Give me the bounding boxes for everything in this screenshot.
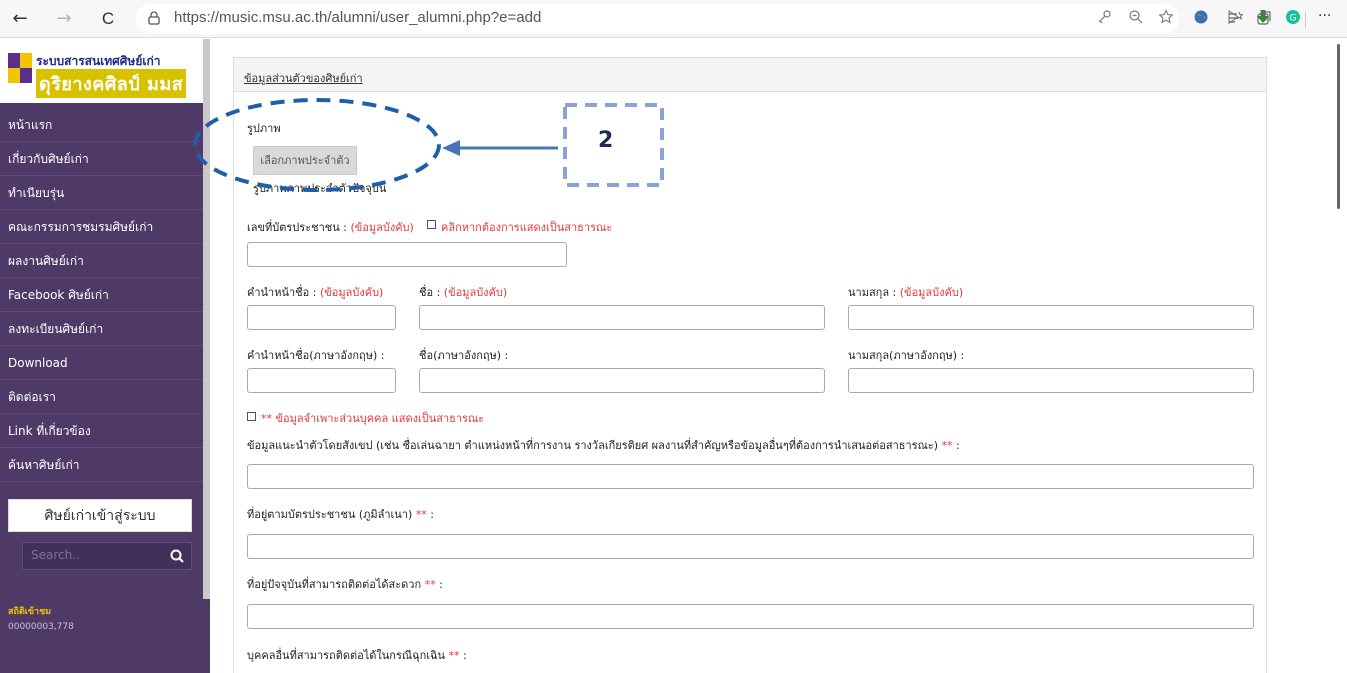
- forward-button[interactable]: →: [52, 7, 76, 31]
- brand-logo-area[interactable]: ระบบสารสนเทศศิษย์เก่า ดุริยางคศิลป์ มมส: [0, 39, 203, 103]
- lastname-en-input[interactable]: [848, 368, 1254, 393]
- address-id-input[interactable]: [247, 534, 1254, 559]
- sidebar-item-search-alumni[interactable]: ค้นหาศิษย์เก่า: [0, 448, 203, 482]
- public-id-checkbox[interactable]: [427, 220, 436, 229]
- sidebar-item-class-directory[interactable]: ทำเนียบรุ่น: [0, 176, 203, 210]
- firstname-input[interactable]: [419, 305, 825, 330]
- alumni-login-button[interactable]: ศิษย์เก่าเข้าสู่ระบบ: [8, 499, 192, 532]
- browser-toolbar: ← → C https://music.msu.ac.th/alumni/use…: [0, 0, 1347, 38]
- private-info-public-checkbox[interactable]: [247, 412, 256, 421]
- sidebar-item-committee[interactable]: คณะกรรมการชมรมศิษย์เก่า: [0, 210, 203, 244]
- sidebar-item-register[interactable]: ลงทะเบียนศิษย์เก่า: [0, 312, 203, 346]
- intro-input[interactable]: [247, 464, 1254, 489]
- address-bar[interactable]: https://music.msu.ac.th/alumni/user_alum…: [136, 4, 1179, 34]
- photo-label: รูปภาพ: [247, 122, 281, 135]
- key-icon[interactable]: [1096, 9, 1112, 25]
- grammarly-icon[interactable]: G: [1285, 9, 1301, 25]
- lock-icon: [148, 11, 160, 25]
- lastname-input[interactable]: [848, 305, 1254, 330]
- prefix-en-input[interactable]: [247, 368, 396, 393]
- annotation-number: 2: [598, 128, 614, 153]
- sidebar-item-works[interactable]: ผลงานศิษย์เก่า: [0, 244, 203, 278]
- firstname-en-input[interactable]: [419, 368, 825, 393]
- collections-icon[interactable]: [1256, 10, 1272, 26]
- prefix-en-label: คำนำหน้าชื่อ(ภาษาอังกฤษ) :: [247, 349, 385, 362]
- current-address-label: ที่อยู่ปัจจุบันที่สามารถติดต่อได้สะดวก *…: [247, 578, 443, 591]
- panel-header: ข้อมูลส่วนตัวของศิษย์เก่า: [234, 58, 1266, 92]
- sidebar-item-download[interactable]: Download: [0, 346, 203, 380]
- brand-title-line2: ดุริยางคศิลป์ มมส: [36, 69, 187, 98]
- current-address-input[interactable]: [247, 604, 1254, 629]
- private-info-checkbox-label: ** ข้อมูลจำเพาะส่วนบุคคล แสดงเป็นสาธารณะ: [261, 412, 485, 425]
- emergency-contact-label: บุคคลอื่นที่สามารถติดต่อได้ในกรณีฉุกเฉิน…: [247, 649, 467, 662]
- prefix-input[interactable]: [247, 305, 396, 330]
- sidebar-search-input[interactable]: [31, 548, 151, 562]
- back-button[interactable]: ←: [8, 7, 32, 31]
- brand-logo-icon: [8, 53, 32, 83]
- search-icon[interactable]: [169, 546, 185, 566]
- sidebar-scrollbar[interactable]: [203, 39, 210, 599]
- panel-title: ข้อมูลส่วนตัวของศิษย์เก่า: [244, 72, 363, 85]
- url-text: https://music.msu.ac.th/alumni/user_alum…: [174, 9, 542, 26]
- sidebar-item-contact[interactable]: ติดต่อเรา: [0, 380, 203, 414]
- favorites-list-icon[interactable]: [1227, 10, 1243, 26]
- sidebar-item-home[interactable]: หน้าแรก: [0, 108, 203, 142]
- current-photo-label: รูปภาพภาพประจำตัวปัจจุบัน: [253, 182, 387, 195]
- firstname-en-label: ชื่อ(ภาษาอังกฤษ) :: [419, 349, 509, 362]
- visitor-stat-value: 00000003,778: [8, 622, 74, 632]
- favorite-star-icon[interactable]: [1158, 9, 1174, 25]
- sidebar: ระบบสารสนเทศศิษย์เก่า ดุริยางคศิลป์ มมส …: [0, 39, 210, 673]
- visitor-stat-label: สถิติเข้าชม: [8, 607, 52, 617]
- sidebar-item-about[interactable]: เกี่ยวกับศิษย์เก่า: [0, 142, 203, 176]
- lastname-en-label: นามสกุล(ภาษาอังกฤษ) :: [848, 349, 965, 362]
- toolbar-divider: [1305, 12, 1306, 28]
- address-id-label: ที่อยู่ตามบัตรประชาชน (ภูมิลำเนา) ** :: [247, 508, 434, 521]
- choose-photo-button[interactable]: เลือกภาพประจำตัว: [253, 146, 357, 175]
- prefix-label: คำนำหน้าชื่อ : (ข้อมูลบังคับ): [247, 286, 384, 299]
- more-menu-icon[interactable]: ···: [1318, 8, 1331, 24]
- intro-label: ข้อมูลแนะนำตัวโดยสังเขป (เช่น ชื่อเล่นฉา…: [247, 439, 960, 452]
- national-id-label: เลขที่บัตรประชาชน : (ข้อมูลบังคับ): [247, 221, 414, 234]
- firstname-label: ชื่อ : (ข้อมูลบังคับ): [419, 286, 508, 299]
- national-id-input[interactable]: [247, 242, 567, 267]
- sidebar-item-facebook[interactable]: Facebook ศิษย์เก่า: [0, 278, 203, 312]
- lastname-label: นามสกุล : (ข้อมูลบังคับ): [848, 286, 964, 299]
- extension-globe-icon[interactable]: [1193, 9, 1209, 25]
- svg-text:G: G: [1290, 14, 1297, 24]
- sidebar-search: [22, 542, 192, 570]
- zoom-icon[interactable]: [1128, 9, 1144, 25]
- public-id-checkbox-label: คลิกหากต้องการแสดงเป็นสาธารณะ: [441, 221, 613, 234]
- page-scrollbar-thumb[interactable]: [1337, 44, 1340, 209]
- reload-button[interactable]: C: [96, 7, 120, 31]
- sidebar-item-links[interactable]: Link ที่เกี่ยวข้อง: [0, 414, 203, 448]
